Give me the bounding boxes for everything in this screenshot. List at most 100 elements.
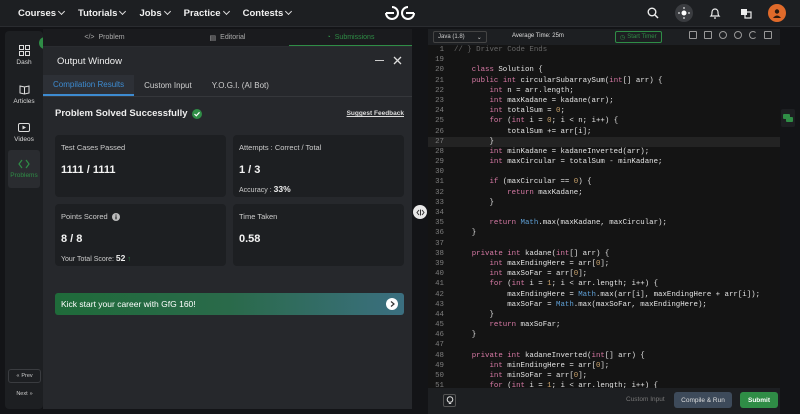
panel-resize-handle[interactable] — [413, 205, 427, 219]
avatar[interactable] — [768, 4, 786, 22]
reset-icon[interactable] — [749, 31, 757, 39]
code-line[interactable]: 24 int totalSum = 0; — [428, 106, 780, 116]
code-line[interactable]: 41 for (int i = 1; i < arr.length; i++) … — [428, 279, 780, 289]
line-number: 36 — [435, 229, 444, 238]
sidebar-item-dash[interactable]: Dash — [5, 36, 43, 74]
submit-button[interactable]: Submit — [740, 392, 778, 408]
info-icon[interactable] — [111, 212, 120, 221]
code-line[interactable]: 25 for (int i = 0; i < n; i++) { — [428, 116, 780, 126]
sidebar-item-articles[interactable]: Articles — [5, 75, 43, 113]
tab-label: Editorial — [220, 34, 246, 41]
code-line[interactable]: 22 int n = arr.length; — [428, 86, 780, 96]
code-line[interactable]: 1 // } Driver Code Ends — [428, 45, 780, 55]
translate-icon[interactable] — [737, 4, 755, 22]
nav-practice-label: Practice — [183, 7, 221, 19]
paste-icon[interactable] — [704, 31, 712, 39]
chat-button[interactable] — [781, 109, 795, 127]
code-line[interactable]: 40 int maxSoFar = arr[0]; — [428, 269, 780, 279]
next-button[interactable]: Next» — [8, 387, 41, 401]
language-select[interactable]: Java (1.8) ⌄ — [433, 31, 487, 43]
suggest-feedback-link[interactable]: Suggest Feedback — [347, 110, 404, 117]
fullscreen-icon[interactable] — [764, 31, 772, 39]
time-value: 0.58 — [239, 233, 261, 245]
line-number: 39 — [435, 259, 444, 268]
start-timer-button[interactable]: ◷ Start Timer — [615, 31, 662, 43]
code-line[interactable]: 37 — [428, 239, 780, 249]
line-number: 47 — [435, 341, 444, 350]
lightbulb-icon[interactable] — [443, 394, 456, 407]
code-line[interactable]: 29 int maxCircular = totalSum - minKadan… — [428, 157, 780, 167]
chat-icon — [783, 113, 793, 122]
code-line[interactable]: 32 return maxKadane; — [428, 188, 780, 198]
sidebar-item-problems[interactable]: Problems — [8, 150, 40, 188]
gear-icon[interactable] — [734, 31, 742, 39]
code-line[interactable]: 46 } — [428, 330, 780, 340]
code-text: int maxSoFar = arr[0]; — [489, 270, 588, 279]
theme-toggle-icon[interactable] — [675, 4, 693, 22]
nav-courses[interactable]: Courses — [18, 8, 66, 19]
code-line[interactable]: 31 if (maxCircular == 0) { — [428, 177, 780, 187]
chevron-down-icon — [285, 7, 293, 16]
tab-yogi-ai-bot[interactable]: Y.O.G.I. (AI Bot) — [202, 75, 279, 96]
nav-contests[interactable]: Contests — [243, 7, 293, 19]
code-line[interactable]: 49 int minEndingHere = arr[0]; — [428, 361, 780, 371]
code-line[interactable]: 42 maxEndingHere = Math.max(arr[i], maxE… — [428, 290, 780, 300]
prev-button[interactable]: «Prev — [8, 369, 41, 383]
code-line[interactable]: 45 return maxSoFar; — [428, 320, 780, 330]
tab-problem[interactable]: </> Problem — [43, 29, 166, 46]
points-label: Points Scored — [61, 212, 108, 221]
custom-input-button[interactable]: Custom Input — [626, 396, 665, 403]
tab-custom-input[interactable]: Custom Input — [134, 75, 202, 96]
code-line[interactable]: 19 — [428, 55, 780, 65]
code-line[interactable]: 39 int maxEndingHere = arr[0]; — [428, 259, 780, 269]
code-line[interactable]: 23 int maxKadane = kadane(arr); — [428, 96, 780, 106]
sidebar-item-label: Problems — [10, 172, 38, 179]
tab-compilation-results[interactable]: Compilation Results — [43, 75, 135, 96]
left-sidebar: Dash Articles Videos Problems «Prev Next… — [5, 31, 43, 409]
double-chevron-left-icon: « — [16, 373, 20, 379]
code-line[interactable]: 38 private int kadane(int[] arr) { — [428, 249, 780, 259]
code-line[interactable]: 36 } — [428, 228, 780, 238]
code-line[interactable]: 50 int minSoFar = arr[0]; — [428, 371, 780, 381]
gfg160-banner[interactable]: Kick start your career with GfG 160! — [55, 293, 404, 315]
code-line[interactable]: 33 } — [428, 198, 780, 208]
code-line[interactable]: 47 — [428, 340, 780, 350]
minimize-icon[interactable] — [375, 60, 384, 61]
code-line[interactable]: 30 — [428, 167, 780, 177]
code-text: int n = arr.length; — [489, 86, 574, 95]
compile-run-button[interactable]: Compile & Run — [674, 392, 732, 408]
tab-submissions[interactable]: ◔ Submissions — [289, 29, 412, 46]
code-line[interactable]: 43 maxSoFar = Math.max(maxSoFar, maxEndi… — [428, 300, 780, 310]
code-line[interactable]: 28 int minKadane = kadaneInverted(arr); — [428, 147, 780, 157]
code-line[interactable]: 21 public int circularSubarraySum(int[] … — [428, 76, 780, 86]
code-line[interactable]: 51 for (int i = 1; i < arr.length; i++) … — [428, 381, 780, 388]
search-icon[interactable] — [644, 4, 662, 22]
code-editor[interactable]: 1 // } Driver Code Ends 19 20 class Solutio… — [428, 45, 780, 388]
code-line[interactable]: 48 private int kadaneInverted(int[] arr)… — [428, 351, 780, 361]
code-line[interactable]: 44 } — [428, 310, 780, 320]
code-line[interactable]: 27 } — [428, 136, 780, 147]
editor-icons — [689, 31, 772, 39]
nav-practice[interactable]: Practice — [183, 7, 230, 19]
line-number: 33 — [435, 198, 444, 207]
nav-jobs[interactable]: Jobs — [139, 8, 171, 19]
code-line[interactable]: 35 return Math.max(maxKadane, maxCircula… — [428, 218, 780, 228]
code-line[interactable]: 34 — [428, 208, 780, 218]
close-icon[interactable] — [393, 56, 402, 65]
points-label-row: Points Scored — [61, 212, 220, 221]
sidebar-item-videos[interactable]: Videos — [5, 114, 43, 152]
code-line[interactable]: 26 totalSum += arr[i]; — [428, 127, 780, 137]
code-line[interactable]: 20 class Solution { — [428, 65, 780, 75]
gfg-logo[interactable] — [383, 3, 417, 25]
tab-editorial[interactable]: ▤ Editorial — [166, 29, 289, 46]
chevron-down-icon: ⌄ — [476, 34, 482, 41]
settings-icon[interactable] — [719, 31, 727, 39]
line-number: 21 — [435, 76, 444, 85]
bell-icon[interactable] — [706, 4, 724, 22]
banner-arrow-button[interactable] — [386, 298, 398, 310]
sidebar-item-label: Videos — [14, 136, 34, 143]
nav-tutorials[interactable]: Tutorials — [78, 8, 127, 19]
line-number: 23 — [435, 96, 444, 105]
copy-icon[interactable] — [689, 31, 697, 39]
editor-panel: Java (1.8) ⌄ Average Time: 25m ◷ Start Tim… — [428, 29, 780, 414]
